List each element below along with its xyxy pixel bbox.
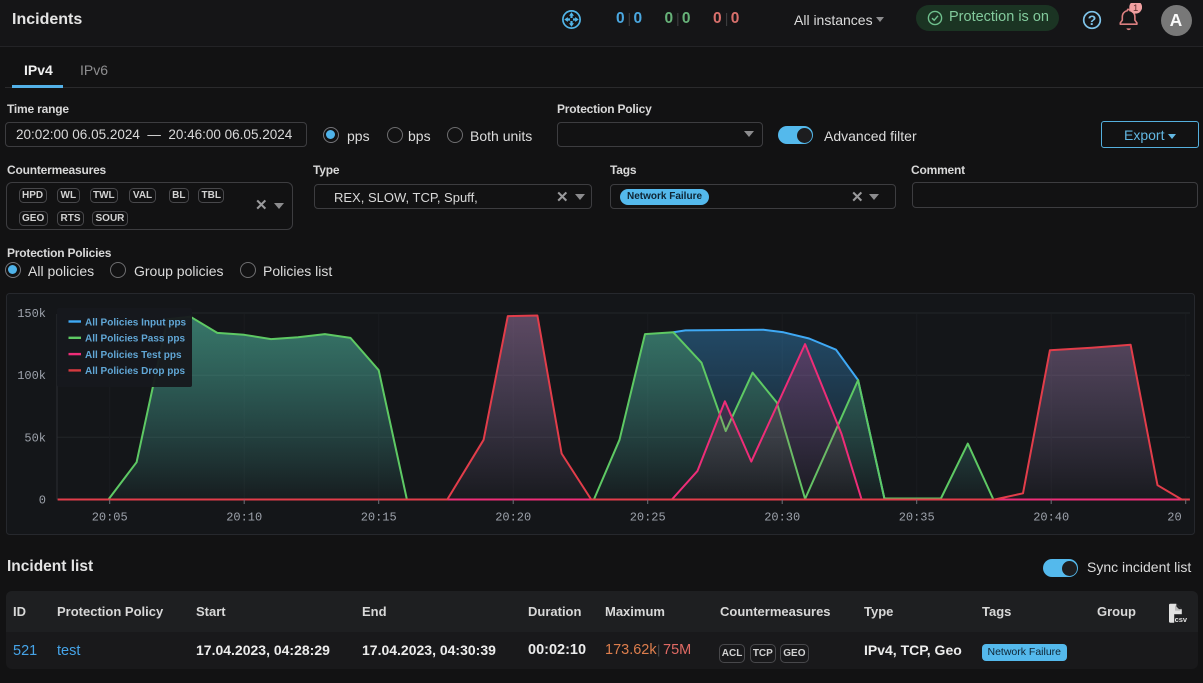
svg-text:100k: 100k xyxy=(17,369,46,383)
svg-text:All Policies Input pps: All Policies Input pps xyxy=(85,317,187,328)
svg-text:20:10: 20:10 xyxy=(226,511,262,525)
svg-text:20:05: 20:05 xyxy=(92,511,128,525)
svg-text:0: 0 xyxy=(39,494,46,508)
svg-text:20:25: 20:25 xyxy=(630,511,666,525)
svg-text:20:40: 20:40 xyxy=(1033,511,1069,525)
svg-text:?: ? xyxy=(1088,12,1097,28)
svg-text:20:35: 20:35 xyxy=(899,511,935,525)
svg-text:20:15: 20:15 xyxy=(361,511,397,525)
svg-text:50k: 50k xyxy=(24,431,46,445)
svg-text:20: 20 xyxy=(1167,511,1181,525)
svg-text:csv: csv xyxy=(1175,615,1187,624)
svg-text:All Policies Drop pps: All Policies Drop pps xyxy=(85,366,185,377)
svg-text:All Policies Test pps: All Policies Test pps xyxy=(85,350,182,361)
svg-text:All Policies Pass pps: All Policies Pass pps xyxy=(85,334,185,345)
svg-text:20:30: 20:30 xyxy=(764,511,800,525)
svg-text:20:20: 20:20 xyxy=(495,511,531,525)
svg-text:150k: 150k xyxy=(17,307,46,321)
svg-text:1: 1 xyxy=(1133,3,1138,14)
